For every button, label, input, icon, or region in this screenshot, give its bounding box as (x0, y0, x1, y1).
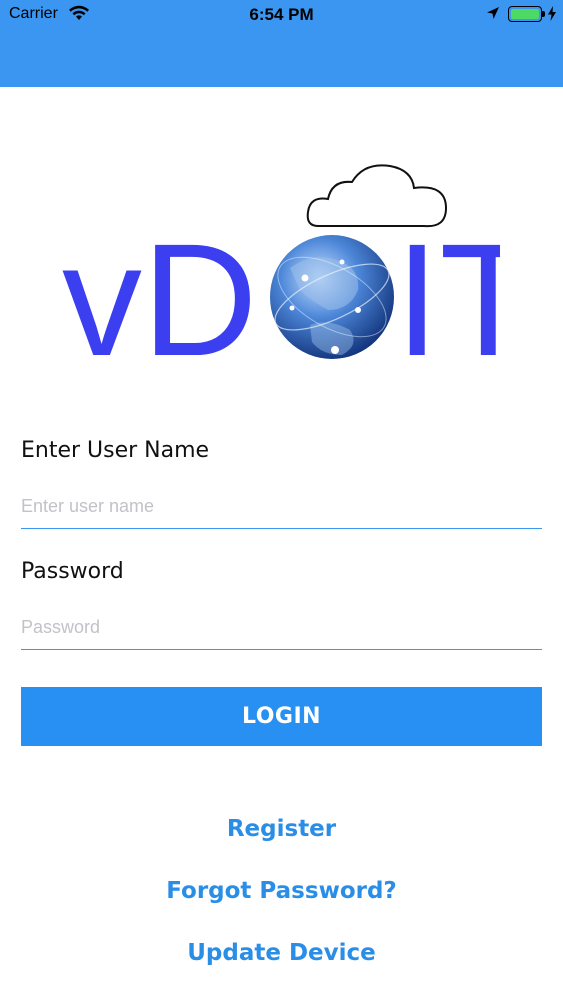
username-input[interactable] (21, 484, 542, 529)
location-arrow-icon (487, 7, 499, 19)
forgot-password-link[interactable]: Forgot Password? (0, 878, 563, 904)
update-device-link[interactable]: Update Device (0, 940, 563, 966)
app-logo: vD IT (62, 164, 500, 370)
register-link[interactable]: Register (0, 816, 563, 842)
password-input[interactable] (21, 605, 542, 650)
logo-text-right: IT (395, 210, 500, 370)
charging-bolt-icon (548, 6, 556, 21)
username-label: Enter User Name (21, 438, 210, 463)
clock: 6:54 PM (249, 5, 314, 24)
status-bar: Carrier 6:54 PM (0, 0, 563, 30)
battery-icon (508, 6, 542, 22)
battery-tip (542, 11, 545, 17)
password-label: Password (21, 559, 124, 584)
login-button[interactable]: LOGIN (21, 687, 542, 746)
logo-text-left: vD (62, 210, 258, 370)
login-screen: Carrier 6:54 PM vD IT Enter User Name En… (0, 0, 563, 1000)
globe-icon (270, 235, 394, 359)
